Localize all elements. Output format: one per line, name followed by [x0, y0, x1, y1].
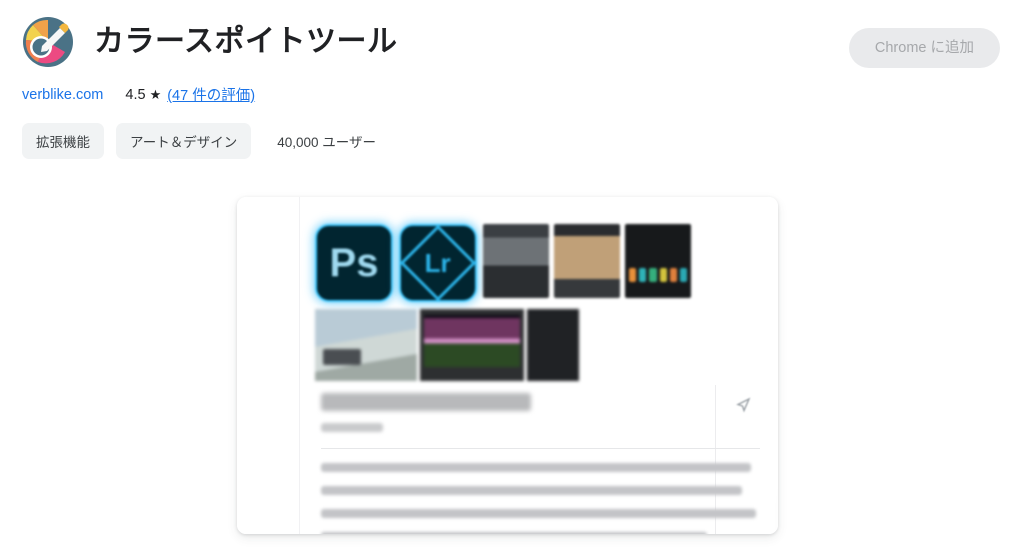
rating-value: 4.5: [125, 86, 146, 103]
lightroom-icon-label: Lr: [425, 247, 451, 278]
lightroom-icon: Lr: [399, 224, 477, 302]
content-left-divider: [299, 197, 300, 534]
thumbnail-editor-a: [483, 224, 549, 298]
rating-group: 4.5 ★ (47 件の評価): [125, 84, 255, 105]
screenshot-thumbnail-row: [315, 309, 582, 381]
article-paragraph-line: [321, 509, 756, 518]
rating-count-link[interactable]: (47 件の評価): [167, 84, 255, 105]
thumbnail-landscape: [315, 309, 417, 381]
color-picker-logo-icon: [20, 14, 76, 70]
thumbnail-blossom-editor: [420, 309, 524, 381]
extension-detail-page: カラースポイトツール verblike.com 4.5 ★ (47 件の評価) …: [0, 0, 1024, 556]
developer-domain-link[interactable]: verblike.com: [22, 87, 103, 103]
article-subheading-blurred: [321, 423, 383, 432]
article-paragraph-line: [321, 463, 752, 472]
screenshot-card[interactable]: Ps Lr: [237, 197, 778, 534]
star-icon: ★: [149, 86, 162, 102]
app-icon-row: Ps Lr: [315, 224, 696, 302]
screenshot-image: Ps Lr: [237, 197, 778, 534]
chip-category-extension[interactable]: 拡張機能: [22, 123, 104, 159]
page-header: カラースポイトツール verblike.com 4.5 ★ (47 件の評価) …: [0, 0, 1024, 159]
thumbnail-photo-b: [554, 224, 620, 298]
photoshop-icon: Ps: [315, 224, 393, 302]
badge-row: 拡張機能 アート＆デザイン 40,000 ユーザー: [0, 123, 1024, 159]
add-to-chrome-button[interactable]: Chrome に追加: [848, 28, 1000, 68]
thumbnail-swatches-c: [625, 224, 691, 298]
article-body: [321, 393, 760, 534]
thumbnail-dark-panel: [527, 309, 579, 381]
article-paragraph-line: [321, 532, 708, 534]
share-icon: [736, 397, 752, 413]
article-heading-blurred: [321, 393, 531, 411]
article-paragraph-line: [321, 486, 743, 495]
chip-category-art-design[interactable]: アート＆デザイン: [116, 123, 252, 159]
page-title: カラースポイトツール: [94, 25, 398, 58]
meta-row: verblike.com 4.5 ★ (47 件の評価): [0, 84, 1024, 105]
article-divider: [321, 448, 760, 449]
user-count: 40,000 ユーザー: [277, 135, 376, 150]
